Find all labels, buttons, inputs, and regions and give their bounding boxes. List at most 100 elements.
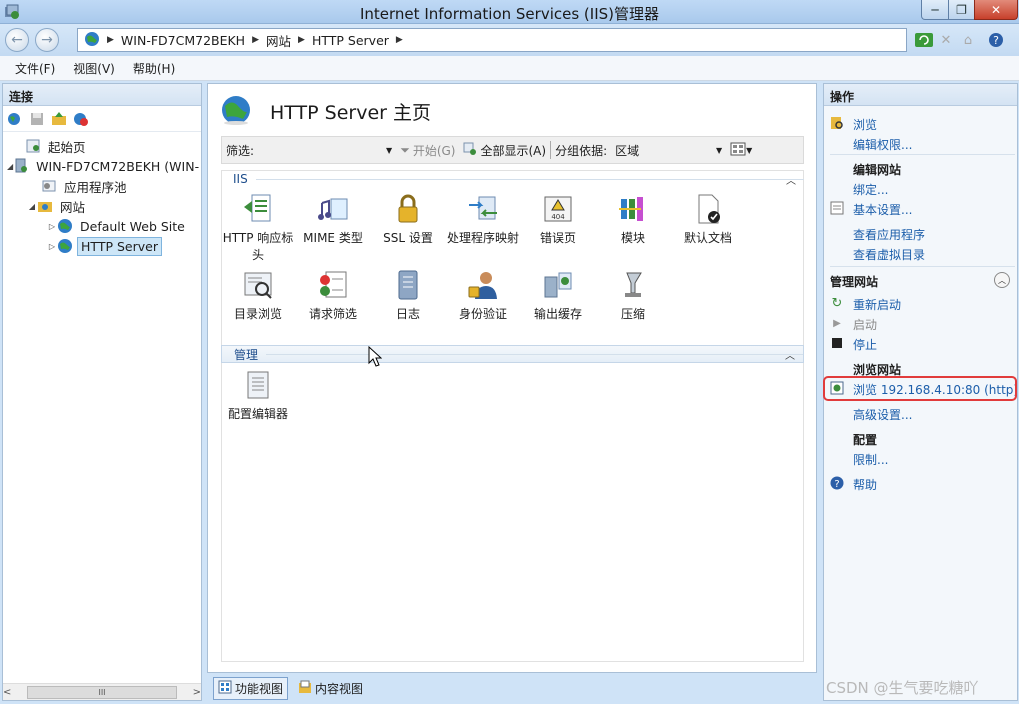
collapse-icon[interactable]: ◢ [27, 202, 37, 211]
view-mode-button[interactable]: ▼ [726, 137, 756, 163]
feature-mime-types[interactable]: MIME 类型 [296, 192, 370, 247]
action-browse[interactable]: 浏览 [853, 116, 877, 133]
feature-output-caching[interactable]: 输出缓存 [521, 268, 595, 323]
breadcrumb-server[interactable]: WIN-FD7CM72BEKH [121, 33, 245, 48]
connections-tree: 起始页 ◢ WIN-FD7CM72BEKH (WIN- 应用程序池 ◢ 网站 ▷ [3, 132, 201, 256]
home-icon[interactable]: ⌂ [958, 30, 978, 50]
feature-default-document[interactable]: 默认文档 [671, 192, 745, 247]
back-button[interactable]: ← [5, 28, 29, 52]
menu-view[interactable]: 视图(V) [66, 58, 122, 79]
output-caching-icon [541, 268, 575, 302]
connections-toolbar [3, 106, 201, 132]
feature-logging[interactable]: 日志 [371, 268, 445, 323]
collapse-icon[interactable]: ︿ [994, 272, 1010, 288]
tree-item-app-pools[interactable]: 应用程序池 [3, 176, 201, 196]
disconnect-icon[interactable] [73, 111, 89, 127]
start-filter-label: 开始(G) [412, 143, 456, 158]
tree-item-start-page[interactable]: 起始页 [3, 136, 201, 156]
stop-icon[interactable]: ✕ [936, 30, 956, 50]
feature-label: 错误页 [539, 231, 576, 245]
scroll-thumb[interactable]: III [27, 685, 177, 699]
feature-request-filtering[interactable]: 请求筛选 [296, 268, 370, 323]
save-icon[interactable] [29, 111, 45, 127]
chevron-up-icon[interactable]: ︿ [785, 347, 795, 362]
action-restart[interactable]: 重新启动 [853, 296, 901, 313]
feature-compression[interactable]: 压缩 [596, 268, 670, 323]
scroll-left-icon[interactable]: < [3, 687, 11, 698]
menu-help[interactable]: 帮助(H) [126, 58, 182, 79]
filter-input[interactable] [258, 140, 383, 160]
action-advanced-settings[interactable]: 高级设置... [853, 406, 912, 423]
feature-directory-browsing[interactable]: 目录浏览 [221, 268, 295, 323]
group-header-management[interactable]: 管理 ︿ [221, 345, 804, 363]
group-label: 管理 [234, 347, 259, 362]
up-folder-icon[interactable] [51, 111, 67, 127]
tree-item-label: 起始页 [48, 139, 86, 155]
forward-button[interactable]: → [35, 28, 59, 52]
globe-icon [57, 218, 73, 234]
scroll-right-icon[interactable]: > [193, 687, 201, 698]
chevron-up-icon[interactable]: ︿ [786, 172, 796, 187]
address-bar[interactable]: ▶ WIN-FD7CM72BEKH ▶ 网站 ▶ HTTP Server ▶ [77, 28, 907, 52]
globe-icon [84, 31, 100, 50]
connect-icon[interactable] [7, 111, 23, 127]
breadcrumb-sites[interactable]: 网站 [266, 31, 291, 50]
tab-content-view[interactable]: 内容视图 [294, 678, 367, 699]
start-filter-button[interactable]: ⏷ 开始(G) [396, 137, 459, 163]
group-by-value: 区域 [615, 143, 640, 158]
feature-label: 请求筛选 [308, 307, 357, 321]
action-bindings[interactable]: 绑定... [853, 181, 888, 198]
refresh-icon[interactable] [914, 30, 934, 50]
help-icon[interactable]: ? [986, 30, 1006, 50]
tree-item-sites[interactable]: ◢ 网站 [3, 196, 201, 216]
show-all-icon [463, 142, 477, 159]
close-button[interactable]: ✕ [974, 0, 1018, 20]
feature-authentication[interactable]: 身份验证 [446, 268, 520, 323]
server-icon [13, 158, 29, 174]
chevron-down-icon: ▼ [746, 145, 753, 155]
feature-modules[interactable]: 模块 [596, 192, 670, 247]
mime-types-icon [316, 192, 350, 226]
tree-item-http-server[interactable]: ▷ HTTP Server [3, 236, 201, 256]
action-help[interactable]: 帮助 [853, 476, 877, 493]
expand-icon[interactable]: ▷ [47, 242, 57, 251]
action-view-applications[interactable]: 查看应用程序 [853, 226, 925, 243]
directory-browsing-icon [241, 268, 275, 302]
feature-ssl-settings[interactable]: SSL 设置 [371, 192, 445, 247]
action-edit-permissions[interactable]: 编辑权限... [853, 136, 912, 153]
group-by-select[interactable]: 区域 ▼ [611, 137, 726, 163]
maximize-button[interactable]: ❐ [948, 0, 975, 20]
action-limits[interactable]: 限制... [853, 451, 888, 468]
feature-handler-mappings[interactable]: 处理程序映射 [446, 192, 520, 247]
menu-file[interactable]: 文件(F) [8, 58, 62, 79]
connections-header: 连接 [3, 84, 201, 106]
group-header-iis[interactable]: IIS ︿ [221, 170, 804, 188]
lock-icon [391, 192, 425, 226]
breadcrumb-site[interactable]: HTTP Server [312, 33, 389, 48]
show-all-button[interactable]: 全部显示(A) [459, 137, 550, 163]
page-header: HTTP Server 主页 [220, 94, 431, 129]
tree-item-server[interactable]: ◢ WIN-FD7CM72BEKH (WIN- [3, 156, 201, 176]
feature-configuration-editor[interactable]: 配置编辑器 [221, 368, 295, 423]
features-view-icon [218, 680, 232, 697]
feature-http-response-headers[interactable]: HTTP 响应标头 [221, 192, 295, 264]
group-label: IIS [233, 172, 248, 186]
action-stop[interactable]: 停止 [853, 336, 877, 353]
feature-error-pages[interactable]: 404 错误页 [521, 192, 595, 247]
action-basic-settings[interactable]: 基本设置... [853, 201, 912, 218]
breadcrumb-arrow-icon[interactable]: ▶ [396, 35, 403, 45]
filter-dropdown-icon[interactable]: ▼ [382, 137, 396, 163]
action-view-virtual-dirs[interactable]: 查看虚拟目录 [853, 246, 925, 263]
tree-item-label: HTTP Server [77, 236, 162, 256]
tab-features-view[interactable]: 功能视图 [213, 677, 289, 700]
connections-panel: 连接 起始页 ◢ WIN-FD7CM72BEKH (WIN- 应用程序池 ◢ 网… [2, 83, 202, 701]
title-bar: Internet Information Services (IIS)管理器 ─… [0, 0, 1019, 24]
navigation-bar: ← → ▶ WIN-FD7CM72BEKH ▶ 网站 ▶ HTTP Server… [0, 24, 1019, 56]
tree-item-default-web-site[interactable]: ▷ Default Web Site [3, 216, 201, 236]
expand-icon[interactable]: ▷ [47, 222, 57, 231]
view-grid-icon [730, 142, 746, 159]
minimize-button[interactable]: ─ [921, 0, 949, 20]
horizontal-scrollbar[interactable]: < III > [3, 683, 201, 700]
request-filtering-icon [316, 268, 350, 302]
section-edit-site: 编辑网站 [853, 163, 902, 177]
